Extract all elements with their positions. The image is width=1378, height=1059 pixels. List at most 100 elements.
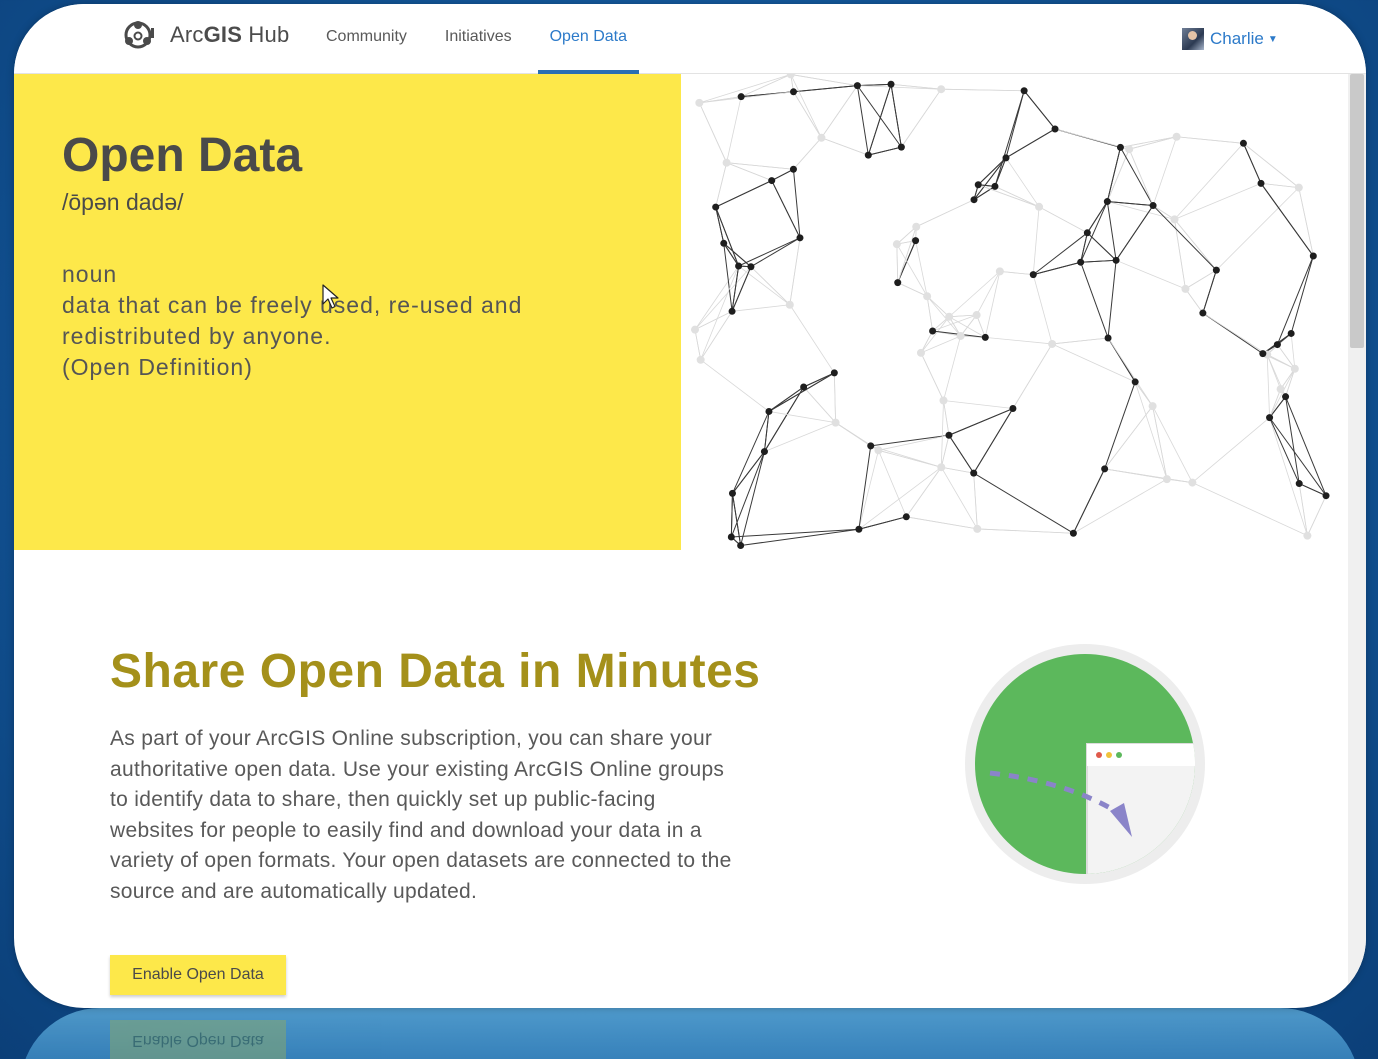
network-edge	[768, 386, 804, 412]
network-node	[727, 533, 735, 541]
network-edge	[1192, 417, 1270, 483]
network-edge	[978, 184, 1040, 208]
network-edge	[1106, 201, 1117, 261]
network-edge	[1242, 143, 1262, 184]
network-node	[728, 307, 736, 315]
network-edge	[1005, 128, 1056, 159]
network-node	[853, 82, 861, 90]
network-edge	[901, 88, 942, 148]
network-graph-svg	[691, 74, 1330, 550]
network-edge	[1104, 381, 1136, 470]
network-edge	[1285, 396, 1327, 496]
network-edge	[943, 400, 950, 436]
network-edge	[821, 85, 858, 139]
nav-community[interactable]: Community	[314, 4, 419, 74]
browser-window: ArcGIS Hub Community Initiatives Open Da…	[14, 4, 1366, 1008]
window-reflection: Enable Open Data	[20, 1008, 1360, 1059]
network-node	[728, 489, 736, 497]
brand-name: ArcGIS Hub	[170, 22, 290, 47]
network-edge	[1307, 495, 1327, 536]
network-node	[937, 85, 946, 94]
network-edge	[1185, 288, 1204, 314]
network-edge	[948, 408, 1014, 436]
user-menu[interactable]: Charlie ▼	[1182, 28, 1278, 50]
description-line: to identify data to share, then quickly …	[110, 788, 656, 811]
nav-open-data[interactable]: Open Data	[537, 4, 640, 74]
network-node	[720, 239, 728, 247]
network-node	[1172, 132, 1181, 141]
network-node	[1035, 202, 1044, 211]
network-node	[970, 469, 978, 477]
network-edge	[940, 400, 944, 468]
network-node	[1101, 465, 1109, 473]
network-edge	[821, 137, 869, 156]
network-edge	[1176, 136, 1244, 144]
network-edge	[1269, 388, 1281, 418]
caret-down-icon: ▼	[1267, 33, 1278, 45]
network-node	[1020, 87, 1028, 95]
network-node	[912, 237, 920, 245]
user-name: Charlie	[1210, 29, 1264, 48]
mouse-cursor-icon	[322, 284, 339, 309]
network-edge	[920, 316, 950, 354]
network-edge	[793, 85, 858, 93]
network-node	[1162, 475, 1171, 484]
network-node	[923, 292, 932, 301]
section-title: Share Open Data in Minutes	[110, 645, 761, 698]
network-edge	[1298, 483, 1308, 536]
brand-logo[interactable]: ArcGIS Hub	[120, 17, 289, 53]
network-node	[1029, 271, 1037, 279]
network-edge	[803, 372, 835, 388]
network-edge	[941, 88, 1025, 92]
network-edge	[916, 199, 975, 228]
nav-initiatives[interactable]: Initiatives	[433, 4, 524, 74]
network-edge	[726, 162, 772, 181]
window-dot-yellow	[1106, 752, 1112, 758]
definition-line: (Open Definition)	[62, 354, 253, 380]
network-node	[695, 98, 704, 107]
network-node	[1051, 125, 1059, 133]
network-node	[789, 165, 797, 173]
network-edge	[896, 244, 899, 283]
network-edge	[1260, 183, 1299, 188]
network-node	[912, 222, 921, 231]
description-line: variety of open formats. Your open datas…	[110, 849, 732, 872]
network-edge	[732, 304, 790, 312]
network-edge	[1073, 478, 1168, 534]
network-edge	[1202, 312, 1268, 355]
network-node	[1303, 531, 1312, 540]
network-edge	[1086, 201, 1108, 234]
network-edge	[1285, 396, 1300, 484]
network-edge	[1152, 136, 1177, 206]
network-graph-image	[681, 74, 1348, 550]
network-edge	[1134, 381, 1168, 480]
network-node	[864, 151, 872, 159]
network-edge	[715, 162, 727, 208]
network-edge	[803, 386, 836, 423]
network-node	[995, 267, 1004, 276]
network-node	[1294, 183, 1303, 192]
network-node	[1290, 364, 1299, 373]
network-node	[874, 446, 883, 455]
description-line: websites for people to easily find and d…	[110, 818, 702, 842]
definition-line: redistributed by anyone.	[62, 323, 332, 349]
enable-open-data-button[interactable]: Enable Open Data	[110, 955, 286, 995]
definition-line: data that can be freely used, re-used an…	[62, 292, 523, 318]
network-edge	[857, 85, 942, 90]
network-edge	[740, 528, 859, 547]
network-edge	[793, 137, 822, 170]
network-edge	[694, 266, 752, 330]
network-edge	[790, 74, 822, 138]
network-edge	[858, 466, 942, 530]
network-node	[817, 133, 826, 142]
network-node	[696, 355, 705, 364]
network-node	[902, 513, 910, 521]
scrollbar-thumb[interactable]	[1350, 74, 1364, 348]
vertical-scrollbar[interactable]	[1348, 74, 1366, 1008]
network-edge	[1152, 405, 1193, 483]
network-edge	[1243, 142, 1300, 188]
network-node	[785, 300, 794, 309]
network-edge	[977, 157, 1007, 186]
network-edge	[857, 83, 892, 87]
network-node	[956, 331, 965, 340]
